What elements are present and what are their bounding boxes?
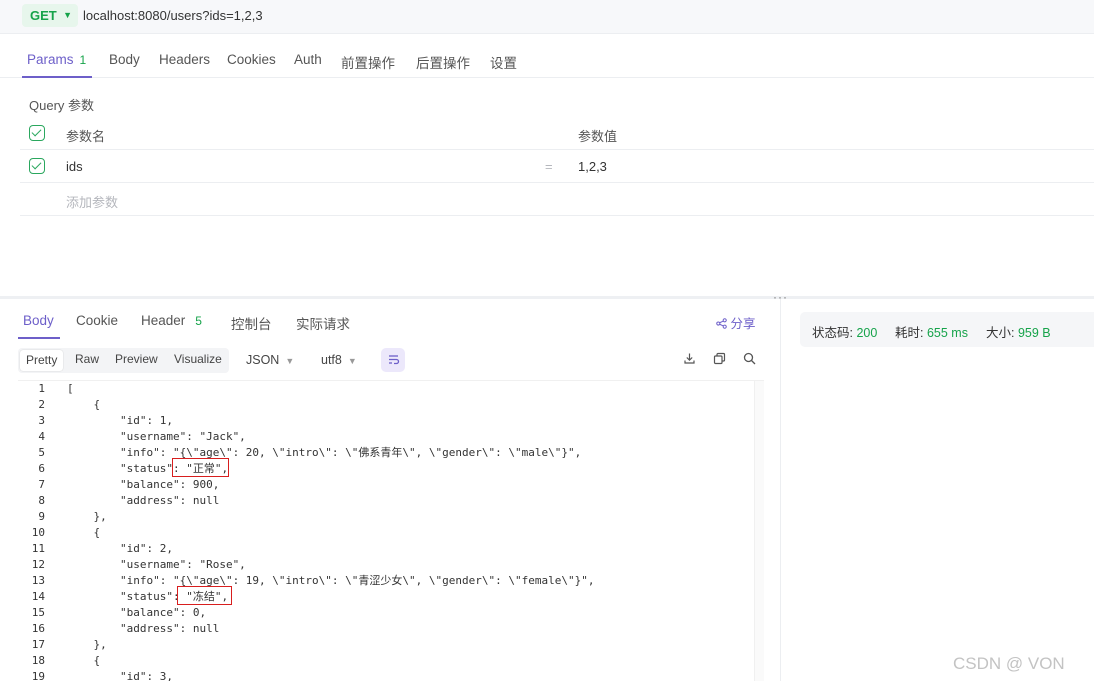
encoding-select[interactable]: utf8 ▼ — [321, 353, 357, 367]
response-tab-console[interactable]: 控制台 — [231, 313, 272, 333]
param-row: ids = 1,2,3 — [20, 150, 1094, 183]
param-name-header: 参数名 — [66, 129, 106, 144]
select-all-checkbox[interactable] — [29, 125, 45, 141]
tab-pre-request[interactable]: 前置操作 — [341, 52, 395, 72]
download-icon[interactable] — [681, 352, 697, 368]
tab-post-request[interactable]: 后置操作 — [416, 52, 470, 72]
tab-params[interactable]: Params 1 — [27, 52, 86, 67]
chevron-down-icon: ▼ — [347, 356, 357, 366]
add-param-row: 添加参数 — [20, 183, 1094, 216]
format-raw[interactable]: Raw — [75, 352, 99, 366]
response-tab-body[interactable]: Body — [23, 313, 54, 328]
highlight-box-status-frozen — [177, 586, 232, 605]
param-value-input[interactable]: 1,2,3 — [578, 159, 607, 174]
code-line: 17 }, — [31, 638, 107, 651]
code-line: 14 "status": "冻结", — [31, 590, 229, 603]
tab-headers[interactable]: Headers — [159, 52, 210, 67]
format-pretty[interactable]: Pretty — [20, 350, 64, 371]
copy-icon[interactable] — [711, 352, 727, 368]
wrap-icon — [388, 355, 399, 365]
code-line: 19 "id": 3, — [31, 670, 173, 681]
param-value-header: 参数值 — [578, 129, 618, 144]
method-select[interactable]: GET ▼ — [22, 4, 78, 27]
equals-sign: = — [545, 159, 553, 174]
code-line: 6 "status": "正常", — [38, 462, 229, 475]
active-tab-indicator — [22, 76, 92, 78]
chevron-down-icon: ▼ — [285, 356, 295, 366]
word-wrap-button[interactable] — [381, 348, 405, 372]
response-tab-actual-request[interactable]: 实际请求 — [296, 313, 350, 333]
code-line: 13 "info": "{\"age\": 19, \"intro\": \"青… — [31, 574, 595, 587]
code-line: 15 "balance": 0, — [31, 606, 207, 619]
watermark: CSDN @ VON — [953, 654, 1065, 673]
param-name-input[interactable]: ids — [66, 159, 83, 174]
code-line: 9 }, — [38, 510, 107, 523]
format-preview[interactable]: Preview — [115, 352, 158, 366]
vertical-splitter[interactable] — [780, 299, 781, 681]
tab-body[interactable]: Body — [109, 52, 140, 67]
code-line: 3 "id": 1, — [38, 414, 173, 427]
response-time: 耗时: 655 ms — [895, 326, 968, 340]
request-tabs: Params 1 Body Headers Cookies Auth 前置操作 后… — [0, 38, 1094, 78]
param-enabled-checkbox[interactable] — [29, 158, 45, 174]
code-line: 16 "address": null — [31, 622, 220, 635]
tab-auth[interactable]: Auth — [294, 52, 322, 67]
param-header-row: 参数名 参数值 — [20, 117, 1094, 150]
response-tab-header[interactable]: Header 5 — [141, 313, 202, 328]
status-code: 状态码: 200 — [812, 326, 878, 340]
url-bar: GET ▼ localhost:8080/users?ids=1,2,3 — [0, 0, 1094, 34]
query-section-title: Query 参数 — [29, 98, 95, 113]
code-line: 18 { — [31, 654, 101, 667]
code-scrollbar[interactable] — [754, 381, 764, 681]
response-body-viewer[interactable]: 1[ 2 { 3 "id": 1, 4 "username": "Jack", … — [18, 380, 764, 681]
format-tabs: Pretty Raw Preview Visualize — [18, 348, 229, 373]
format-select[interactable]: JSON ▼ — [246, 353, 294, 367]
code-line: 5 "info": "{\"age\": 20, \"intro\": \"佛系… — [38, 446, 582, 459]
tab-settings[interactable]: 设置 — [490, 52, 517, 72]
response-tab-cookie[interactable]: Cookie — [76, 313, 118, 328]
code-line: 12 "username": "Rose", — [31, 558, 246, 571]
highlight-box-status-normal — [172, 458, 229, 477]
panel-splitter[interactable] — [0, 296, 1094, 299]
tab-cookies[interactable]: Cookies — [227, 52, 276, 67]
code-line: 2 { — [38, 398, 101, 411]
add-param-input[interactable]: 添加参数 — [66, 192, 118, 211]
code-line: 1[ — [38, 382, 74, 395]
chevron-down-icon: ▼ — [63, 10, 72, 20]
active-response-tab-indicator — [18, 337, 60, 339]
response-status-bar: 状态码: 200 耗时: 655 ms 大小: 959 B — [800, 312, 1094, 347]
code-line: 4 "username": "Jack", — [38, 430, 246, 443]
format-visualize[interactable]: Visualize — [174, 352, 222, 366]
search-icon[interactable] — [741, 352, 757, 368]
response-size: 大小: 959 B — [986, 326, 1051, 340]
code-line: 11 "id": 2, — [31, 542, 173, 555]
share-icon — [716, 318, 727, 329]
code-line: 10 { — [31, 526, 101, 539]
code-line: 8 "address": null — [38, 494, 220, 507]
url-input[interactable]: localhost:8080/users?ids=1,2,3 — [83, 8, 263, 23]
share-button[interactable]: 分享 — [716, 313, 756, 332]
code-line: 7 "balance": 900, — [38, 478, 220, 491]
